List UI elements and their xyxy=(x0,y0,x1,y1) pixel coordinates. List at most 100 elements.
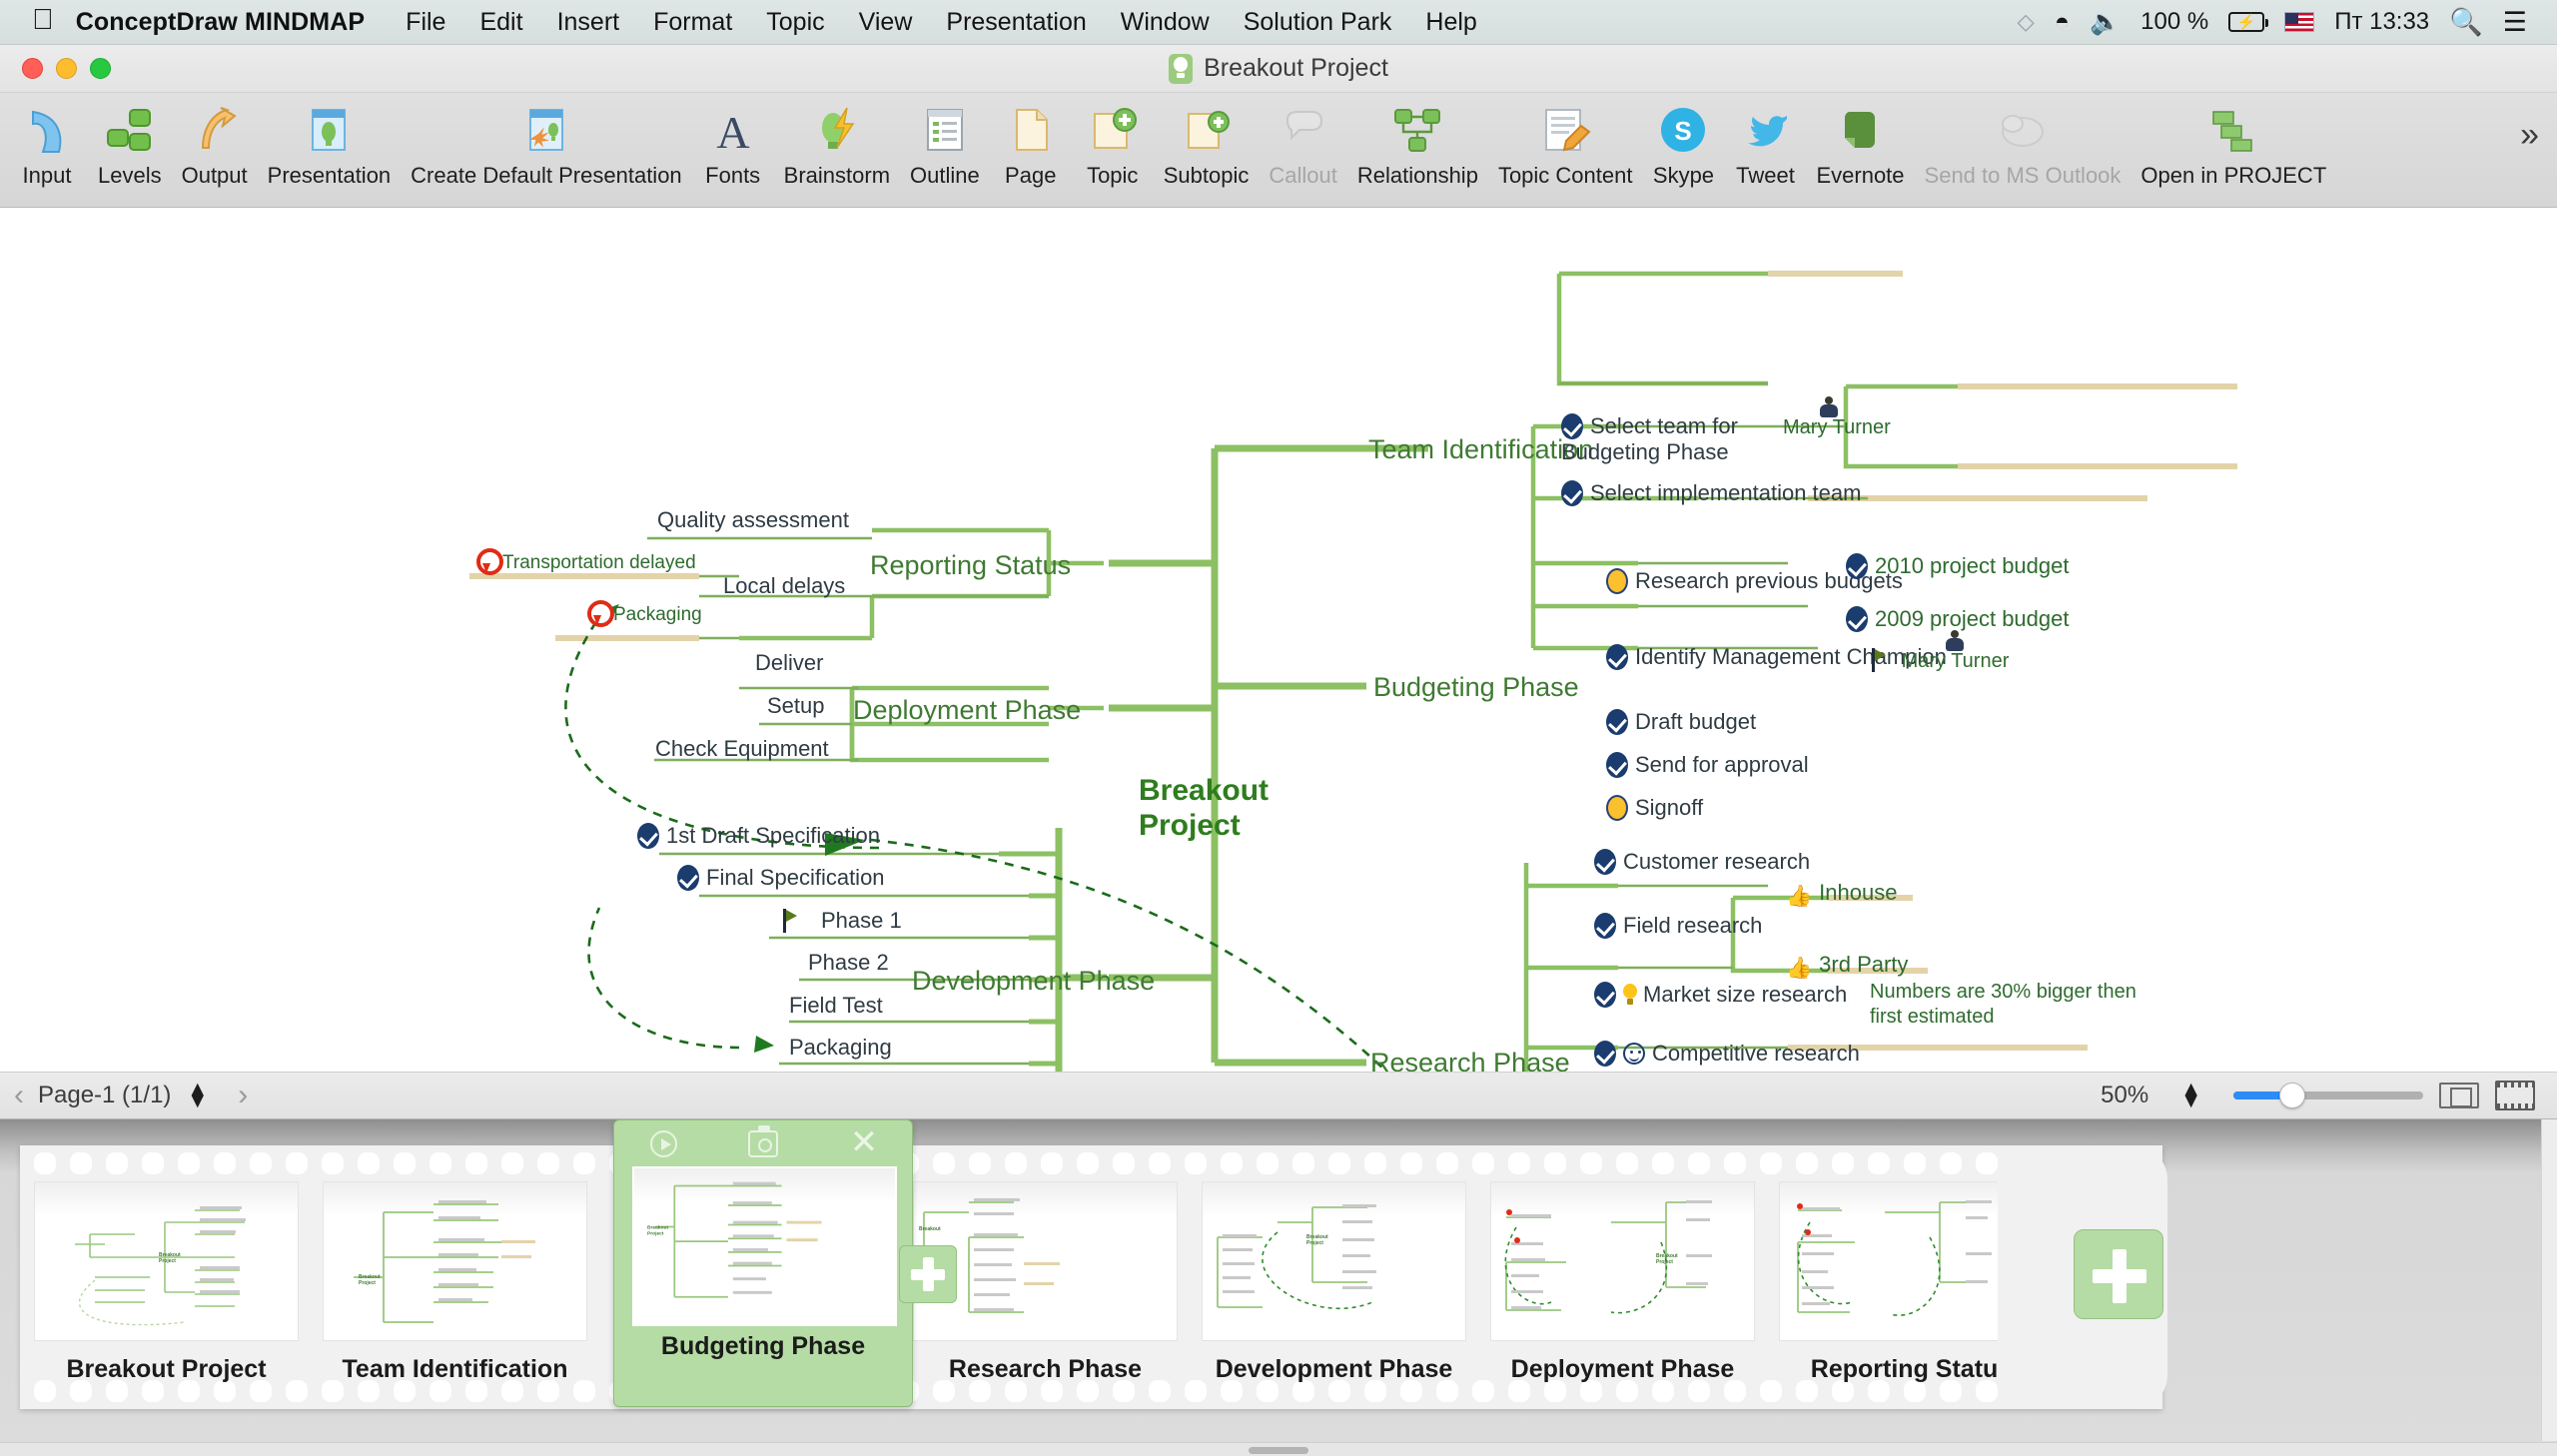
branch-budgeting-phase[interactable]: Budgeting Phase xyxy=(1373,672,1579,703)
toolbar-button-fonts[interactable]: A Fonts xyxy=(692,93,774,189)
close-icon[interactable]: ✕ xyxy=(850,1125,879,1159)
toolbar-button-output[interactable]: Output xyxy=(172,93,258,189)
toolbar-button-evernote[interactable]: Evernote xyxy=(1806,93,1914,189)
toolbar-button-relationship[interactable]: Relationship xyxy=(1347,93,1488,189)
filmstrip-slide-breakout-project[interactable]: Breakout Project Breakout Project xyxy=(34,1181,299,1384)
zoom-slider-knob[interactable] xyxy=(2278,1083,2305,1108)
notification-center-icon[interactable]: ☰ xyxy=(2503,7,2527,38)
branch-reporting-status[interactable]: Reporting Status xyxy=(870,550,1071,581)
node-inhouse[interactable]: 👍 Inhouse xyxy=(1786,880,1897,909)
menu-item-solution-park[interactable]: Solution Park xyxy=(1244,8,1392,37)
node-field-test[interactable]: Field Test xyxy=(789,993,883,1019)
bluetooth-icon[interactable]: ⬦ xyxy=(2017,8,2035,37)
toolbar-button-open-in-project[interactable]: Open in PROJECT xyxy=(2131,93,2336,189)
volume-icon[interactable]: 🔈 xyxy=(2090,8,2121,37)
toolbar-button-presentation[interactable]: Presentation xyxy=(258,93,402,189)
presentation-filmstrip-panel[interactable]: Breakout Project Breakout Project Breako… xyxy=(0,1119,2557,1456)
node-1st-draft-specification[interactable]: 1st Draft Specification xyxy=(637,823,880,849)
node-packaging-development[interactable]: Packaging xyxy=(789,1035,892,1061)
toolbar-overflow-button[interactable]: » xyxy=(2520,116,2557,185)
node-competitive-research[interactable]: Competitive research xyxy=(1594,1041,1860,1067)
filmstrip-reel[interactable]: Breakout Project Breakout Project Breako… xyxy=(20,1119,2162,1409)
node-draft-budget[interactable]: Draft budget xyxy=(1606,709,1756,735)
camera-icon[interactable] xyxy=(748,1124,779,1157)
menu-item-help[interactable]: Help xyxy=(1425,8,1476,37)
menu-item-edit[interactable]: Edit xyxy=(479,8,522,37)
node-select-team-for-budgeting-phase[interactable]: Select team for Budgeting Phase xyxy=(1561,413,1816,465)
toolbar-button-page[interactable]: Page xyxy=(990,93,1072,189)
filmstrip-slide-development-phase[interactable]: Breakout Project Development Phase xyxy=(1202,1181,1466,1384)
toolbar-button-subtopic[interactable]: Subtopic xyxy=(1154,93,1260,189)
toolbar-button-send-to-ms-outlook[interactable]: Send to MS Outlook xyxy=(1915,93,2131,189)
previous-page-icon[interactable]: ‹ xyxy=(0,1079,38,1112)
menu-item-format[interactable]: Format xyxy=(653,8,732,37)
mindmap-center-node[interactable]: Breakout Project xyxy=(1139,773,1269,844)
filmstrip-slide-team-identification[interactable]: Breakout Project Team Identification xyxy=(323,1181,587,1384)
node-packaging-reporting[interactable]: Packaging xyxy=(587,600,702,627)
add-slide-inline-button[interactable] xyxy=(899,1245,957,1303)
toolbar-button-topic-content[interactable]: Topic Content xyxy=(1488,93,1643,189)
next-page-icon[interactable]: › xyxy=(224,1079,262,1112)
clock-label[interactable]: Пт 13:33 xyxy=(2334,8,2429,36)
toolbar-button-outline[interactable]: Outline xyxy=(900,93,990,189)
node-label: Signoff xyxy=(1635,795,1704,820)
node-check-equipment[interactable]: Check Equipment xyxy=(655,736,829,762)
node-deliver[interactable]: Deliver xyxy=(755,650,823,676)
node-local-delays[interactable]: Local delays xyxy=(723,573,845,599)
battery-icon[interactable]: ⚡ xyxy=(2228,12,2269,32)
node-3rd-party[interactable]: 👍 3rd Party xyxy=(1786,952,1908,981)
filmstrip-slide-budgeting-phase-active[interactable]: ✕ Breakout Project Budgeting Phase xyxy=(613,1119,913,1407)
apple-logo-icon[interactable]:  xyxy=(32,5,54,35)
node-phase-1[interactable]: Phase 1 xyxy=(781,908,902,934)
node-quality-assessment[interactable]: Quality assessment xyxy=(657,507,849,533)
wifi-icon[interactable]: ◓ xyxy=(2055,8,2070,37)
branch-deployment-phase[interactable]: Deployment Phase xyxy=(853,695,1081,726)
toolbar-button-brainstorm[interactable]: Brainstorm xyxy=(774,93,900,189)
menu-item-insert[interactable]: Insert xyxy=(557,8,620,37)
filmstrip-slide-deployment-phase[interactable]: Breakout Project Deployment Phase xyxy=(1490,1181,1755,1384)
node-setup[interactable]: Setup xyxy=(767,693,825,719)
page-stepper[interactable]: ▲ ▼ xyxy=(187,1080,208,1111)
node-market-size-research[interactable]: Market size research xyxy=(1594,982,1847,1008)
toolbar-button-input[interactable]: Input xyxy=(6,93,88,189)
branch-development-phase[interactable]: Development Phase xyxy=(912,966,1155,997)
filmstrip-slides: Breakout Project Breakout Project Breako… xyxy=(34,1181,2044,1384)
spotlight-search-icon[interactable]: 🔍 xyxy=(2449,6,2483,38)
node-send-for-approval[interactable]: Send for approval xyxy=(1606,752,1809,778)
toolbar-button-callout[interactable]: Callout xyxy=(1259,93,1346,189)
branch-research-phase[interactable]: Research Phase xyxy=(1370,1048,1570,1072)
toolbar-button-skype[interactable]: S Skype xyxy=(1642,93,1724,189)
node-signoff[interactable]: Signoff xyxy=(1606,795,1703,821)
add-slide-button[interactable] xyxy=(2074,1229,2163,1319)
menu-item-topic[interactable]: Topic xyxy=(766,8,824,37)
node-final-specification[interactable]: Final Specification xyxy=(677,865,885,891)
horizontal-scrollbar[interactable] xyxy=(0,1442,2557,1456)
menu-item-file[interactable]: File xyxy=(406,8,445,37)
node-customer-research[interactable]: Customer research xyxy=(1594,849,1810,875)
scrollbar-thumb[interactable] xyxy=(1249,1447,1308,1454)
node-field-research[interactable]: Field research xyxy=(1594,913,1762,939)
play-icon[interactable] xyxy=(649,1129,677,1157)
mindmap-canvas[interactable]: Breakout Project Team Identification Bud… xyxy=(0,209,2557,1072)
node-select-implementation-team[interactable]: Select implementation team xyxy=(1561,480,1861,506)
menu-item-view[interactable]: View xyxy=(859,8,913,37)
fit-page-view-button[interactable] xyxy=(2439,1083,2479,1108)
node-transportation-delayed[interactable]: Transportation delayed xyxy=(476,548,696,575)
input-language-flag-icon[interactable] xyxy=(2284,12,2315,32)
toolbar-button-topic[interactable]: Topic xyxy=(1072,93,1154,189)
zoom-slider[interactable] xyxy=(2233,1083,2423,1108)
node-2010-project-budget[interactable]: 2010 project budget xyxy=(1846,553,2070,579)
filmstrip-right-edge[interactable] xyxy=(2541,1119,2557,1441)
toolbar-button-create-default-presentation[interactable]: Create Default Presentation xyxy=(401,93,692,189)
menu-item-presentation[interactable]: Presentation xyxy=(946,8,1086,37)
menu-item-window[interactable]: Window xyxy=(1121,8,1210,37)
toolbar-button-tweet[interactable]: Tweet xyxy=(1724,93,1806,189)
node-label: Packaging xyxy=(789,1035,892,1060)
branch-team-identification[interactable]: Team Identification xyxy=(1368,434,1593,465)
menu-app-name[interactable]: ConceptDraw MINDMAP xyxy=(76,8,365,37)
toolbar-button-levels[interactable]: Levels xyxy=(88,93,172,189)
zoom-stepper[interactable]: ▲ ▼ xyxy=(2180,1080,2201,1111)
node-2009-project-budget[interactable]: 2009 project budget xyxy=(1846,606,2070,632)
toggle-filmstrip-button[interactable] xyxy=(2495,1081,2535,1110)
node-phase-2[interactable]: Phase 2 xyxy=(808,950,889,976)
